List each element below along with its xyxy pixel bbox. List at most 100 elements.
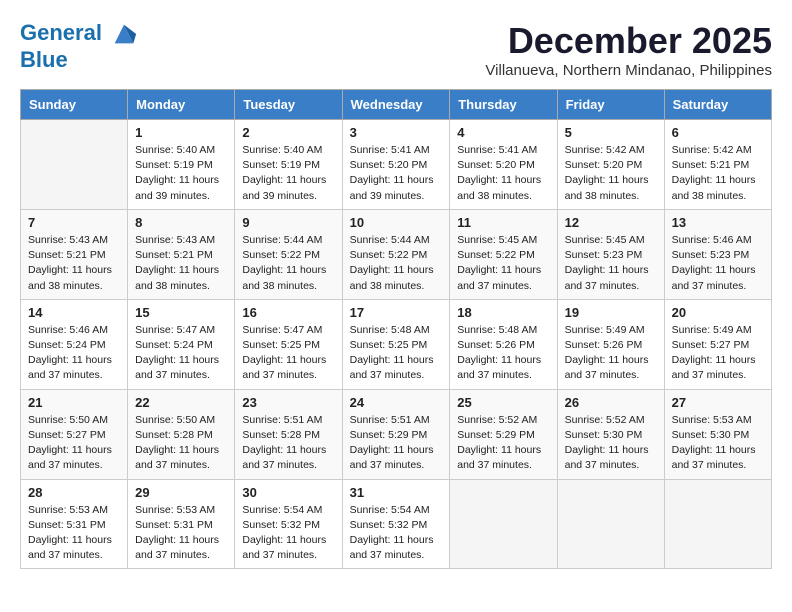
col-header-friday: Friday	[557, 90, 664, 120]
day-number: 5	[565, 125, 657, 140]
calendar-cell: 2 Sunrise: 5:40 AMSunset: 5:19 PMDaylight…	[235, 120, 342, 210]
calendar-week-2: 7 Sunrise: 5:43 AMSunset: 5:21 PMDaylight…	[21, 209, 772, 299]
day-info: Sunrise: 5:47 AMSunset: 5:25 PMDaylight:…	[242, 323, 334, 384]
day-number: 18	[457, 305, 549, 320]
calendar-cell: 8 Sunrise: 5:43 AMSunset: 5:21 PMDaylight…	[128, 209, 235, 299]
day-number: 29	[135, 485, 227, 500]
day-info: Sunrise: 5:46 AMSunset: 5:23 PMDaylight:…	[672, 233, 764, 294]
day-number: 8	[135, 215, 227, 230]
day-info: Sunrise: 5:53 AMSunset: 5:31 PMDaylight:…	[28, 503, 120, 564]
day-info: Sunrise: 5:52 AMSunset: 5:29 PMDaylight:…	[457, 413, 549, 474]
logo: General Blue	[20, 20, 138, 72]
logo-text: General	[20, 20, 138, 48]
day-info: Sunrise: 5:40 AMSunset: 5:19 PMDaylight:…	[242, 143, 334, 204]
calendar-cell: 16 Sunrise: 5:47 AMSunset: 5:25 PMDayligh…	[235, 299, 342, 389]
day-info: Sunrise: 5:45 AMSunset: 5:23 PMDaylight:…	[565, 233, 657, 294]
page-header: General Blue December 2025 Villanueva, N…	[20, 20, 772, 79]
day-number: 7	[28, 215, 120, 230]
calendar-cell: 28Sunrise: 5:53 AMSunset: 5:31 PMDayligh…	[21, 479, 128, 569]
col-header-thursday: Thursday	[450, 90, 557, 120]
calendar-week-5: 28Sunrise: 5:53 AMSunset: 5:31 PMDayligh…	[21, 479, 772, 569]
day-number: 22	[135, 395, 227, 410]
day-info: Sunrise: 5:50 AMSunset: 5:27 PMDaylight:…	[28, 413, 120, 474]
col-header-tuesday: Tuesday	[235, 90, 342, 120]
day-info: Sunrise: 5:49 AMSunset: 5:27 PMDaylight:…	[672, 323, 764, 384]
calendar-cell: 14Sunrise: 5:46 AMSunset: 5:24 PMDayligh…	[21, 299, 128, 389]
calendar-cell: 26Sunrise: 5:52 AMSunset: 5:30 PMDayligh…	[557, 389, 664, 479]
col-header-sunday: Sunday	[21, 90, 128, 120]
logo-text2: Blue	[20, 48, 138, 72]
title-block: December 2025 Villanueva, Northern Minda…	[485, 20, 772, 79]
calendar-cell	[21, 120, 128, 210]
calendar-cell	[557, 479, 664, 569]
calendar-cell: 25 Sunrise: 5:52 AMSunset: 5:29 PMDayligh…	[450, 389, 557, 479]
day-number: 13	[672, 215, 764, 230]
calendar-cell: 11 Sunrise: 5:45 AMSunset: 5:22 PMDayligh…	[450, 209, 557, 299]
calendar-cell: 1 Sunrise: 5:40 AMSunset: 5:19 PMDaylight…	[128, 120, 235, 210]
calendar-cell	[450, 479, 557, 569]
day-number: 1	[135, 125, 227, 140]
month-title: December 2025	[485, 20, 772, 62]
calendar-cell: 31Sunrise: 5:54 AMSunset: 5:32 PMDayligh…	[342, 479, 450, 569]
day-info: Sunrise: 5:41 AMSunset: 5:20 PMDaylight:…	[350, 143, 443, 204]
calendar-cell: 23Sunrise: 5:51 AMSunset: 5:28 PMDayligh…	[235, 389, 342, 479]
day-info: Sunrise: 5:42 AMSunset: 5:20 PMDaylight:…	[565, 143, 657, 204]
day-number: 24	[350, 395, 443, 410]
day-number: 2	[242, 125, 334, 140]
day-number: 21	[28, 395, 120, 410]
day-number: 3	[350, 125, 443, 140]
day-info: Sunrise: 5:43 AMSunset: 5:21 PMDaylight:…	[135, 233, 227, 294]
day-number: 20	[672, 305, 764, 320]
location-subtitle: Villanueva, Northern Mindanao, Philippin…	[485, 62, 772, 79]
day-info: Sunrise: 5:48 AMSunset: 5:25 PMDaylight:…	[350, 323, 443, 384]
day-info: Sunrise: 5:48 AMSunset: 5:26 PMDaylight:…	[457, 323, 549, 384]
day-number: 14	[28, 305, 120, 320]
day-number: 16	[242, 305, 334, 320]
day-number: 19	[565, 305, 657, 320]
day-info: Sunrise: 5:51 AMSunset: 5:29 PMDaylight:…	[350, 413, 443, 474]
col-header-wednesday: Wednesday	[342, 90, 450, 120]
calendar-cell: 13 Sunrise: 5:46 AMSunset: 5:23 PMDayligh…	[664, 209, 771, 299]
calendar-cell	[664, 479, 771, 569]
calendar-cell: 12 Sunrise: 5:45 AMSunset: 5:23 PMDayligh…	[557, 209, 664, 299]
day-info: Sunrise: 5:44 AMSunset: 5:22 PMDaylight:…	[350, 233, 443, 294]
calendar-week-4: 21 Sunrise: 5:50 AMSunset: 5:27 PMDayligh…	[21, 389, 772, 479]
day-info: Sunrise: 5:54 AMSunset: 5:32 PMDaylight:…	[242, 503, 334, 564]
calendar-cell: 15 Sunrise: 5:47 AMSunset: 5:24 PMDayligh…	[128, 299, 235, 389]
day-number: 15	[135, 305, 227, 320]
day-info: Sunrise: 5:40 AMSunset: 5:19 PMDaylight:…	[135, 143, 227, 204]
day-number: 4	[457, 125, 549, 140]
calendar-cell: 18 Sunrise: 5:48 AMSunset: 5:26 PMDayligh…	[450, 299, 557, 389]
day-info: Sunrise: 5:54 AMSunset: 5:32 PMDaylight:…	[350, 503, 443, 564]
day-info: Sunrise: 5:51 AMSunset: 5:28 PMDaylight:…	[242, 413, 334, 474]
calendar-cell: 10Sunrise: 5:44 AMSunset: 5:22 PMDayligh…	[342, 209, 450, 299]
calendar-cell: 4 Sunrise: 5:41 AMSunset: 5:20 PMDaylight…	[450, 120, 557, 210]
calendar-cell: 29 Sunrise: 5:53 AMSunset: 5:31 PMDayligh…	[128, 479, 235, 569]
day-number: 17	[350, 305, 443, 320]
calendar-cell: 9Sunrise: 5:44 AMSunset: 5:22 PMDaylight…	[235, 209, 342, 299]
day-number: 9	[242, 215, 334, 230]
day-info: Sunrise: 5:50 AMSunset: 5:28 PMDaylight:…	[135, 413, 227, 474]
day-info: Sunrise: 5:45 AMSunset: 5:22 PMDaylight:…	[457, 233, 549, 294]
day-number: 30	[242, 485, 334, 500]
day-number: 26	[565, 395, 657, 410]
day-info: Sunrise: 5:47 AMSunset: 5:24 PMDaylight:…	[135, 323, 227, 384]
day-info: Sunrise: 5:53 AMSunset: 5:31 PMDaylight:…	[135, 503, 227, 564]
calendar-cell: 24 Sunrise: 5:51 AMSunset: 5:29 PMDayligh…	[342, 389, 450, 479]
day-number: 6	[672, 125, 764, 140]
calendar-cell: 21 Sunrise: 5:50 AMSunset: 5:27 PMDayligh…	[21, 389, 128, 479]
calendar-cell: 3 Sunrise: 5:41 AMSunset: 5:20 PMDaylight…	[342, 120, 450, 210]
calendar-cell: 7Sunrise: 5:43 AMSunset: 5:21 PMDaylight…	[21, 209, 128, 299]
day-number: 11	[457, 215, 549, 230]
day-number: 25	[457, 395, 549, 410]
calendar-cell: 5 Sunrise: 5:42 AMSunset: 5:20 PMDaylight…	[557, 120, 664, 210]
calendar-cell: 27Sunrise: 5:53 AMSunset: 5:30 PMDayligh…	[664, 389, 771, 479]
day-info: Sunrise: 5:41 AMSunset: 5:20 PMDaylight:…	[457, 143, 549, 204]
calendar-week-1: 1 Sunrise: 5:40 AMSunset: 5:19 PMDaylight…	[21, 120, 772, 210]
day-info: Sunrise: 5:53 AMSunset: 5:30 PMDaylight:…	[672, 413, 764, 474]
calendar-week-3: 14Sunrise: 5:46 AMSunset: 5:24 PMDayligh…	[21, 299, 772, 389]
calendar-cell: 30 Sunrise: 5:54 AMSunset: 5:32 PMDayligh…	[235, 479, 342, 569]
calendar-cell: 6Sunrise: 5:42 AMSunset: 5:21 PMDaylight…	[664, 120, 771, 210]
day-number: 12	[565, 215, 657, 230]
calendar-cell: 19Sunrise: 5:49 AMSunset: 5:26 PMDayligh…	[557, 299, 664, 389]
